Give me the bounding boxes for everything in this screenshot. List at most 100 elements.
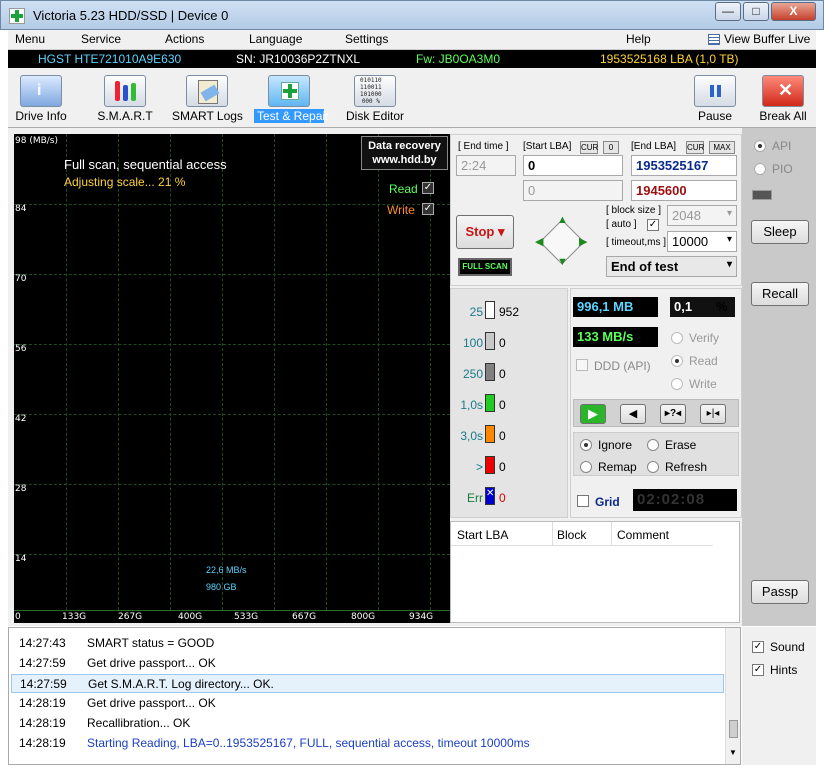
log-time: 14:28:19 [19, 696, 66, 710]
timeout-value: 10000 [672, 234, 709, 249]
read-radio[interactable] [671, 355, 683, 367]
timeout-select[interactable]: 10000 ▾ [667, 231, 737, 252]
smart-logs-button[interactable]: SMART Logs [172, 72, 243, 126]
play-backward-icon[interactable]: ◀ [620, 404, 646, 424]
grid-checkbox[interactable] [577, 495, 589, 507]
pio-label: PIO [772, 162, 793, 176]
view-buffer-live-button[interactable]: View Buffer Live [724, 32, 810, 46]
test-repair-button[interactable]: Test & Repair [254, 72, 329, 126]
menu-settings[interactable]: Settings [345, 32, 388, 46]
col-start-lba[interactable]: Start LBA [457, 528, 508, 542]
col-comment[interactable]: Comment [617, 528, 669, 542]
auto-block-checkbox[interactable]: ✓ [647, 219, 659, 231]
scroll-thumb[interactable] [729, 720, 738, 738]
read-checkbox[interactable]: ✓ [422, 182, 434, 194]
menu-menu[interactable]: Menu [15, 32, 45, 46]
log-panel: 14:27:43 SMART status = GOOD 14:27:59 Get d… [8, 627, 741, 765]
end-lba-current: 1945600 [631, 180, 737, 201]
right-arrow-icon[interactable]: ▶ [579, 235, 587, 248]
start-zero-button[interactable]: 0 [603, 141, 619, 154]
menu-language[interactable]: Language [249, 32, 302, 46]
log-scrollbar[interactable]: ▼ [725, 628, 740, 764]
drive-info-button[interactable]: i Drive Info [6, 72, 76, 126]
play-forward-icon[interactable]: ▶ [580, 404, 606, 424]
smart-button[interactable]: S.M.A.R.T [90, 72, 160, 126]
passport-button[interactable]: Passp [751, 580, 809, 604]
scroll-down-icon[interactable]: ▼ [729, 748, 737, 757]
maximize-button[interactable]: □ [743, 2, 769, 21]
api-radio[interactable] [754, 140, 766, 152]
log-message: SMART status = GOOD [87, 636, 215, 650]
minimize-button[interactable]: — [715, 2, 741, 21]
ddd-checkbox[interactable] [576, 359, 588, 371]
read-label: Read [689, 354, 718, 368]
grid-label: Grid [595, 495, 620, 509]
menu-help[interactable]: Help [626, 32, 651, 46]
ignore-radio[interactable] [580, 439, 592, 451]
log-row[interactable]: 14:28:19 Recallibration... OK [11, 714, 724, 733]
defects-table: Start LBA Block Comment [450, 521, 740, 623]
block-stat-label: 1,0s [460, 398, 483, 412]
break-all-button[interactable]: ✕ Break All [748, 72, 818, 126]
scan-settings: [ End time ] 2:24 [Start LBA] CUR 0 0 0 … [450, 134, 742, 286]
end-cur-button[interactable]: CUR [686, 141, 704, 154]
repair-mode-group: Ignore Erase Remap Refresh [573, 432, 739, 476]
recall-button[interactable]: Recall [751, 282, 809, 306]
table-header: Start LBA Block Comment [451, 522, 713, 546]
graph-status: Adjusting scale... 21 % [64, 175, 186, 189]
sleep-button[interactable]: Sleep [751, 220, 809, 244]
remap-radio[interactable] [580, 461, 592, 473]
scan-stats: 996,1 MB 0,1 % 133 MB/s DDD (API) Verify… [570, 288, 742, 518]
block-size-select[interactable]: 2048 ▾ [667, 205, 737, 226]
log-row[interactable]: 14:28:19 Get drive passport... OK [11, 694, 724, 713]
end-lba-input[interactable]: 1953525167 [631, 155, 737, 176]
timer-lcd: 02:02:08 [633, 489, 737, 511]
smart-logs-label: SMART Logs [172, 109, 243, 123]
end-time-field[interactable]: 2:24 [456, 155, 516, 176]
start-lba-value: 0 [528, 158, 536, 173]
block-stat-count: 0 [499, 429, 506, 443]
refresh-label: Refresh [665, 460, 708, 474]
power-indicator [752, 190, 772, 200]
log-row[interactable]: 14:28:19 Starting Reading, LBA=0..1953525… [11, 734, 724, 753]
block-size-label: [ block size ] [606, 205, 662, 216]
block-color-swatch [485, 332, 495, 350]
end-action-select[interactable]: End of test ▾ [606, 256, 737, 277]
write-radio[interactable] [671, 378, 683, 390]
pio-radio[interactable] [754, 163, 766, 175]
log-row[interactable]: 14:27:43 SMART status = GOOD [11, 634, 724, 653]
start-lba-input[interactable]: 0 [523, 155, 623, 176]
direction-pad[interactable]: ▲ ▼ ◀ ▶ [529, 209, 595, 275]
write-checkbox[interactable]: ✓ [422, 203, 434, 215]
col-block[interactable]: Block [557, 528, 586, 542]
erase-radio[interactable] [647, 439, 659, 451]
pause-button[interactable]: Pause [680, 72, 750, 126]
break-all-label: Break All [759, 109, 807, 123]
sound-checkbox[interactable]: ✓ [752, 641, 764, 653]
left-arrow-icon[interactable]: ◀ [535, 235, 543, 248]
auto-label: [ auto ] [606, 219, 637, 230]
block-stat-count: 0 [499, 491, 506, 505]
verify-label: Verify [689, 331, 720, 345]
info-icon: i [20, 75, 62, 107]
block-color-swatch [485, 363, 495, 381]
menu-actions[interactable]: Actions [165, 32, 204, 46]
hints-checkbox[interactable]: ✓ [752, 664, 764, 676]
disk-editor-button[interactable]: 010110 110011 101000 000 % Disk Editor [340, 72, 410, 126]
stop-button[interactable]: Stop ▾ [456, 215, 514, 249]
close-button[interactable]: X [771, 2, 816, 21]
log-message: Get drive passport... OK [87, 696, 216, 710]
random-seek-icon[interactable]: ▸?◂ [660, 404, 686, 424]
menu-bar: Menu Service Actions Language Settings H… [8, 30, 816, 50]
log-row[interactable]: 14:27:59 Get S.M.A.R.T. Log directory... … [11, 674, 724, 693]
start-cur-button[interactable]: CUR [580, 141, 598, 154]
down-arrow-icon[interactable]: ▼ [557, 256, 568, 268]
butterfly-icon[interactable]: ▸|◂ [700, 404, 726, 424]
log-row[interactable]: 14:27:59 Get drive passport... OK [11, 654, 724, 673]
verify-radio[interactable] [671, 332, 683, 344]
end-lba-value: 1953525167 [636, 158, 709, 173]
end-max-button[interactable]: MAX [709, 141, 735, 154]
refresh-radio[interactable] [647, 461, 659, 473]
up-arrow-icon[interactable]: ▲ [557, 214, 568, 226]
menu-service[interactable]: Service [81, 32, 121, 46]
